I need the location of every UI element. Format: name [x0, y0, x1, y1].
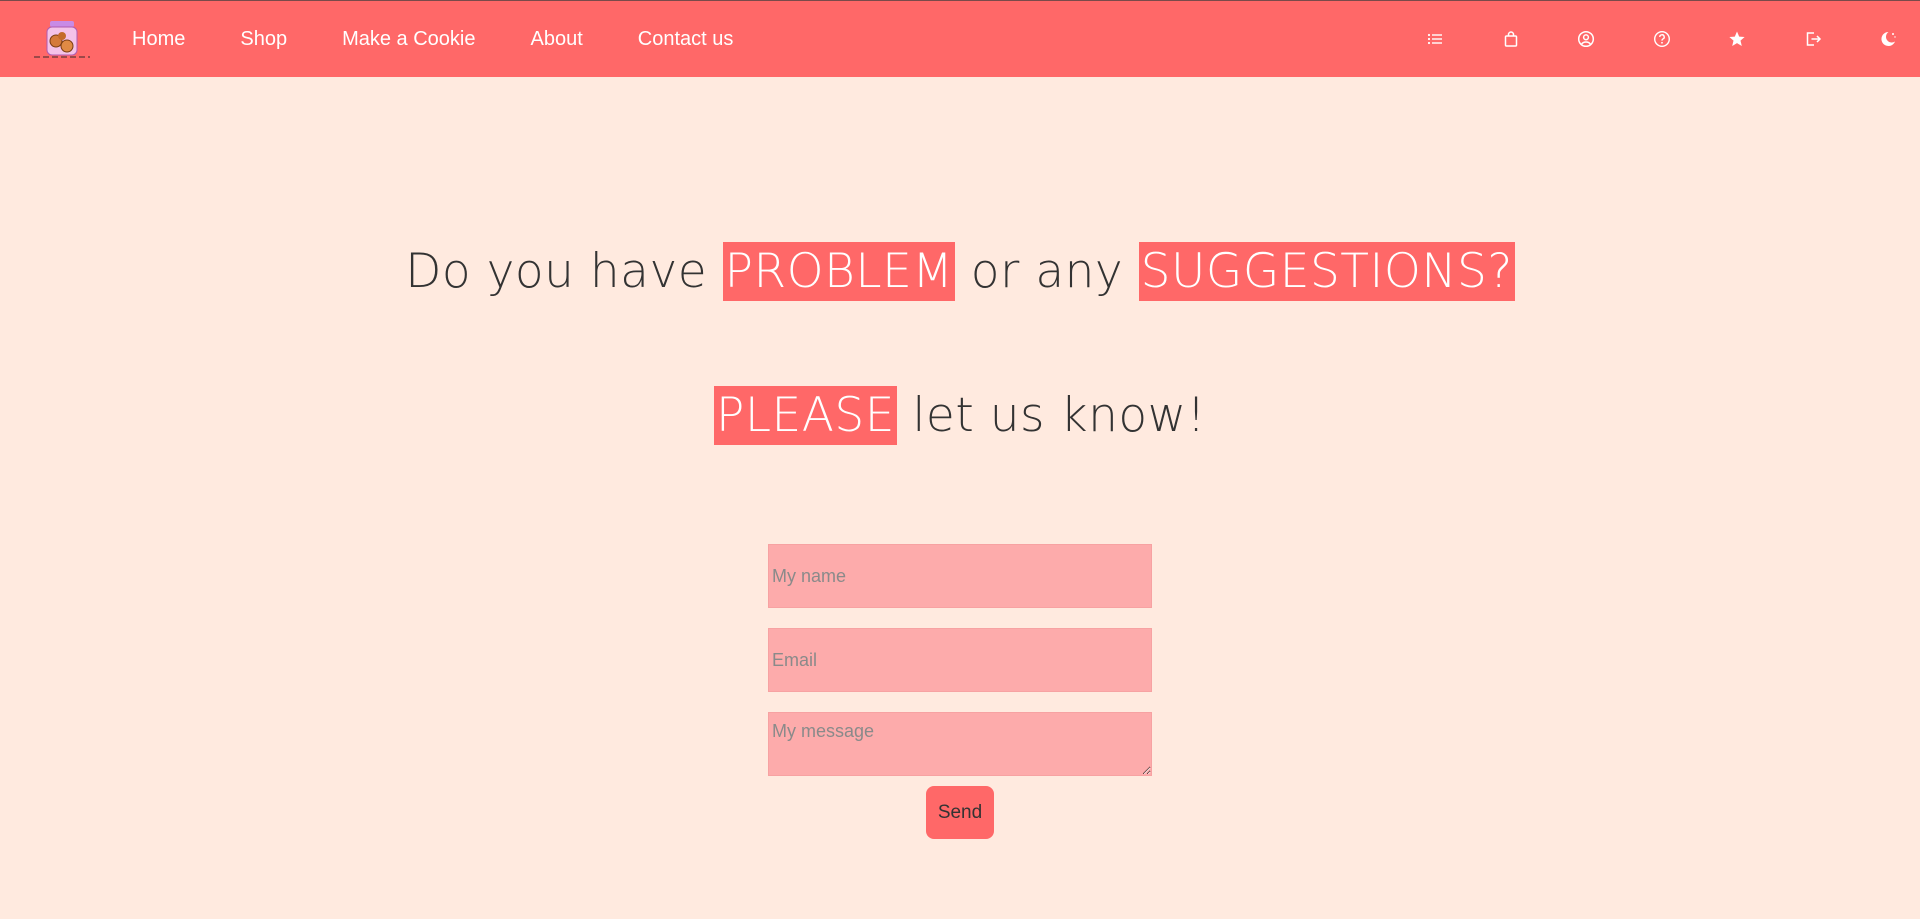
- hero-text: or any: [955, 244, 1139, 299]
- hero-heading-line-1: Do you have PROBLEM or any SUGGESTIONS?: [0, 242, 1920, 301]
- highlight-suggestions: SUGGESTIONS?: [1138, 242, 1515, 301]
- name-field[interactable]: [768, 544, 1152, 608]
- help-circle-icon[interactable]: [1650, 27, 1674, 51]
- shopping-bag-icon[interactable]: [1499, 27, 1523, 51]
- star-icon[interactable]: [1725, 27, 1749, 51]
- email-field[interactable]: [768, 628, 1152, 692]
- hero-text: let us know!: [896, 388, 1206, 443]
- cookie-jar-icon[interactable]: [34, 19, 90, 59]
- hero-text: Do you have: [405, 244, 723, 299]
- highlight-please: PLEASE: [714, 386, 897, 445]
- nav-make-cookie-link[interactable]: Make a Cookie: [342, 28, 475, 51]
- message-field[interactable]: [768, 712, 1152, 776]
- nav-contact-link[interactable]: Contact us: [638, 28, 734, 51]
- send-button[interactable]: Send: [926, 786, 994, 839]
- contact-form: Send: [768, 544, 1152, 839]
- nav-about-link[interactable]: About: [530, 28, 582, 51]
- list-icon[interactable]: [1423, 27, 1447, 51]
- nav-home-link[interactable]: Home: [132, 28, 185, 51]
- top-navigation-bar: Home Shop Make a Cookie About Contact us: [0, 0, 1920, 77]
- hero-heading-line-2: PLEASE let us know!: [0, 386, 1920, 445]
- highlight-problem: PROBLEM: [722, 242, 956, 301]
- main-nav: Home Shop Make a Cookie About Contact us: [132, 1, 788, 77]
- logout-icon[interactable]: [1801, 27, 1825, 51]
- header-icon-group: [1372, 1, 1901, 77]
- user-circle-icon[interactable]: [1574, 27, 1598, 51]
- nav-shop-link[interactable]: Shop: [240, 28, 287, 51]
- theme-toggle-icon[interactable]: [1876, 27, 1900, 51]
